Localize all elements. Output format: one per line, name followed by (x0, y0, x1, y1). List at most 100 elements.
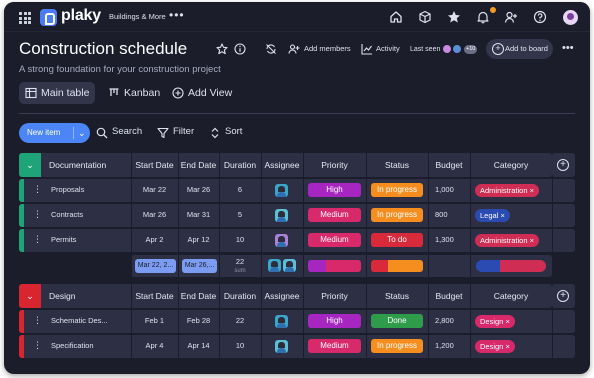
tab-kanban[interactable]: Kanban (104, 82, 166, 104)
group-name[interactable]: Design (49, 291, 75, 301)
activity-button[interactable]: Activity (376, 44, 400, 53)
column-header[interactable]: Budget (428, 160, 470, 170)
status-pill[interactable]: In progress (371, 208, 423, 222)
remove-tag-icon[interactable]: × (503, 342, 509, 351)
column-header[interactable]: Priority (303, 291, 366, 301)
activity-icon[interactable] (361, 43, 373, 55)
row-menu-icon[interactable]: ⋮ (33, 234, 42, 245)
column-header[interactable]: Start Date (131, 160, 178, 170)
apps-grid-icon[interactable] (19, 12, 31, 24)
tab-main-table[interactable]: Main table (19, 82, 95, 104)
board-title[interactable]: Construction schedule (19, 39, 187, 59)
budget[interactable]: 1,300 (435, 234, 454, 246)
favorite-star-icon[interactable] (216, 43, 228, 55)
budget[interactable]: 1,000 (435, 184, 454, 196)
budget[interactable]: 800 (435, 209, 448, 221)
priority-pill[interactable]: Medium (308, 208, 361, 222)
tab-add-view[interactable]: Add View (168, 82, 238, 104)
sort-button[interactable]: Sort (225, 126, 242, 137)
board-more-button[interactable]: ••• (562, 42, 574, 54)
column-header[interactable]: Assignee (261, 291, 303, 301)
start-date[interactable]: Mar 22 (131, 184, 178, 196)
budget[interactable]: 2,800 (435, 315, 454, 327)
category-tag[interactable]: Design × (475, 340, 515, 353)
end-date[interactable]: Apr 14 (178, 340, 219, 352)
assignee-avatar[interactable] (275, 209, 288, 222)
status-pill[interactable]: In progress (371, 339, 423, 353)
column-header[interactable]: End Date (178, 160, 219, 170)
column-header[interactable]: Priority (303, 160, 366, 170)
start-date[interactable]: Mar 26 (131, 209, 178, 221)
row-name[interactable]: Schematic Des... (51, 315, 121, 327)
new-item-button[interactable]: New item ⌄ (19, 123, 90, 143)
add-members-button[interactable]: Add members (304, 44, 351, 53)
remove-tag-icon[interactable]: × (498, 211, 504, 220)
priority-pill[interactable]: High (308, 183, 361, 197)
status-pill[interactable]: To do (371, 233, 423, 247)
column-header[interactable]: End Date (178, 291, 219, 301)
star-filled-icon[interactable] (447, 10, 461, 24)
end-date[interactable]: Apr 12 (178, 234, 219, 246)
filter-icon[interactable] (157, 127, 169, 139)
priority-pill[interactable]: Medium (308, 339, 361, 353)
search-button[interactable]: Search (112, 126, 142, 137)
viewer-avatar[interactable] (452, 44, 462, 54)
assignee-avatar[interactable] (275, 184, 288, 197)
row-menu-icon[interactable]: ⋮ (33, 315, 42, 326)
column-header[interactable]: Assignee (261, 160, 303, 170)
cube-icon[interactable] (418, 10, 432, 24)
viewer-avatar[interactable] (442, 44, 452, 54)
remove-tag-icon[interactable]: × (528, 186, 534, 195)
row-name[interactable]: Permits (51, 234, 121, 246)
help-icon[interactable] (533, 10, 547, 24)
status-pill[interactable]: Done (371, 314, 423, 328)
assignee-avatar[interactable] (275, 315, 288, 328)
start-date[interactable]: Apr 4 (131, 340, 178, 352)
search-icon[interactable] (96, 127, 108, 139)
status-pill[interactable]: In progress (371, 183, 423, 197)
plus-circle-icon[interactable]: + (557, 290, 569, 302)
column-header[interactable]: Budget (428, 291, 470, 301)
board-description[interactable]: A strong foundation for your constructio… (19, 64, 221, 75)
end-date[interactable]: Feb 28 (178, 315, 219, 327)
end-date[interactable]: Mar 31 (178, 209, 219, 221)
plus-circle-icon[interactable]: + (557, 159, 569, 171)
category-tag[interactable]: Administration × (475, 234, 539, 247)
category-tag[interactable]: Design × (475, 315, 515, 328)
column-header[interactable]: Duration (219, 160, 261, 170)
end-date[interactable]: Mar 26 (178, 184, 219, 196)
add-to-board-button[interactable]: Add to board (486, 39, 553, 59)
home-icon[interactable] (389, 10, 403, 24)
group-collapse-toggle[interactable]: ⌄ (19, 153, 41, 177)
last-seen-count-badge[interactable]: +10 (464, 45, 478, 54)
user-avatar[interactable] (563, 10, 578, 25)
group-name[interactable]: Documentation (49, 160, 106, 170)
bell-icon[interactable] (476, 10, 490, 24)
column-header[interactable]: Category (470, 291, 552, 301)
sync-off-icon[interactable] (265, 43, 277, 55)
row-menu-icon[interactable]: ⋮ (33, 184, 42, 195)
category-tag[interactable]: Legal × (475, 209, 510, 222)
row-menu-icon[interactable]: ⋮ (33, 209, 42, 220)
chevron-down-icon[interactable]: ⌄ (78, 123, 86, 143)
add-user-icon[interactable] (504, 10, 518, 24)
row-menu-icon[interactable]: ⋮ (33, 340, 42, 351)
category-tag[interactable]: Administration × (475, 184, 539, 197)
row-name[interactable]: Proposals (51, 184, 121, 196)
group-collapse-toggle[interactable]: ⌄ (19, 284, 41, 308)
column-header[interactable]: Start Date (131, 291, 178, 301)
assignee-avatar[interactable] (275, 234, 288, 247)
remove-tag-icon[interactable]: × (503, 317, 509, 326)
budget[interactable]: 1,200 (435, 340, 454, 352)
priority-pill[interactable]: Medium (308, 233, 361, 247)
filter-button[interactable]: Filter (173, 126, 194, 137)
column-header[interactable]: Status (366, 160, 428, 170)
workspace-name[interactable]: Buildings & More (109, 12, 166, 21)
row-name[interactable]: Contracts (51, 209, 121, 221)
sort-icon[interactable] (209, 127, 221, 139)
column-header[interactable]: Status (366, 291, 428, 301)
column-header[interactable]: Duration (219, 291, 261, 301)
add-members-icon[interactable] (288, 43, 300, 55)
start-date[interactable]: Feb 1 (131, 315, 178, 327)
row-name[interactable]: Specification (51, 340, 121, 352)
